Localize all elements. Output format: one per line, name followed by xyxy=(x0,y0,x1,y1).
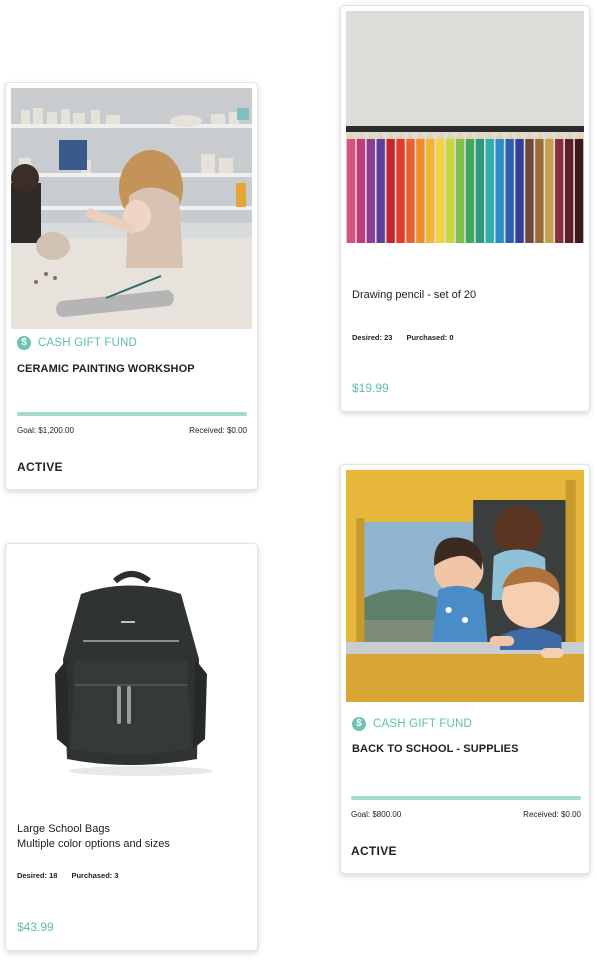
desired-count: Desired: 18 xyxy=(17,871,58,880)
status-label: ACTIVE xyxy=(351,844,397,858)
item-price: $19.99 xyxy=(352,381,389,395)
item-title-line-2: Multiple color options and sizes xyxy=(17,838,170,850)
dollar-icon: $ xyxy=(352,717,366,731)
gift-card-ceramic-workshop[interactable]: $ CASH GIFT FUND CERAMIC PAINTING WORKSH… xyxy=(5,82,258,490)
backpack-image xyxy=(11,549,252,781)
colored-pencils-image xyxy=(346,11,584,243)
goal-row: Goal: $800.00 Received: $0.00 xyxy=(351,810,581,819)
goal-amount: Goal: $1,200.00 xyxy=(17,426,74,435)
desired-count: Desired: 23 xyxy=(352,333,393,342)
funding-progress-bar xyxy=(17,412,247,416)
purchased-count: Purchased: 3 xyxy=(71,871,119,880)
item-title-line-1: Large School Bags xyxy=(17,823,110,835)
gift-card-drawing-pencils[interactable]: Drawing pencil - set of 20 Desired: 23 P… xyxy=(340,5,590,412)
fund-label: CASH GIFT FUND xyxy=(373,718,473,730)
item-title: Drawing pencil - set of 20 xyxy=(352,289,477,301)
purchased-count: Purchased: 0 xyxy=(406,333,454,342)
ceramic-workshop-image xyxy=(11,88,252,329)
received-amount: Received: $0.00 xyxy=(523,810,581,819)
fund-label: CASH GIFT FUND xyxy=(38,337,138,349)
funding-progress-bar xyxy=(351,796,581,800)
status-label: ACTIVE xyxy=(17,460,63,474)
item-stats: Desired: 18 Purchased: 3 xyxy=(17,871,119,880)
cash-gift-fund-badge: $ CASH GIFT FUND xyxy=(346,716,584,732)
item-price: $43.99 xyxy=(17,920,54,934)
dollar-icon: $ xyxy=(17,336,31,350)
kids-in-bus-image xyxy=(346,470,584,702)
received-amount: Received: $0.00 xyxy=(189,426,247,435)
gift-card-school-bags[interactable]: Large School Bags Multiple color options… xyxy=(5,543,258,951)
goal-row: Goal: $1,200.00 Received: $0.00 xyxy=(17,426,247,435)
item-title: CERAMIC PAINTING WORKSHOP xyxy=(17,363,195,375)
item-title: Large School Bags Multiple color options… xyxy=(11,822,252,852)
item-stats: Desired: 23 Purchased: 0 xyxy=(352,333,454,342)
goal-amount: Goal: $800.00 xyxy=(351,810,402,819)
gift-card-back-to-school[interactable]: $ CASH GIFT FUND BACK TO SCHOOL - SUPPLI… xyxy=(340,464,590,874)
item-title: BACK TO SCHOOL - SUPPLIES xyxy=(352,743,519,755)
cash-gift-fund-badge: $ CASH GIFT FUND xyxy=(11,335,252,351)
